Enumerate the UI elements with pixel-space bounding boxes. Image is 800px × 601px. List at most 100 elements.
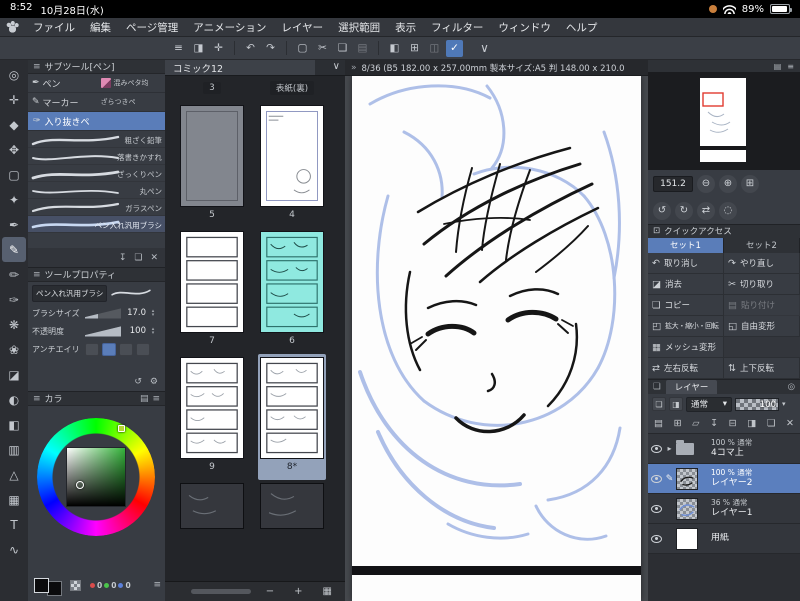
sub-color-swatch[interactable] — [47, 580, 62, 596]
import-subtool-icon[interactable]: ↧ — [119, 253, 127, 263]
zoom-out-button[interactable]: ⊖ — [697, 174, 715, 193]
airbrush-tool-icon[interactable]: ❋ — [2, 312, 26, 337]
undo-icon[interactable]: ↶ — [242, 40, 259, 57]
layer-effect-button[interactable]: ◨ — [669, 397, 683, 411]
duplicate-subtool-icon[interactable]: ❏ — [134, 253, 142, 263]
flip-horizontal-button[interactable]: ⇄ — [697, 201, 715, 220]
sv-marker[interactable] — [76, 481, 84, 489]
zoom-value-box[interactable]: 151.2 — [653, 175, 693, 192]
color-settings-icon[interactable]: ≡ — [153, 580, 161, 590]
modifier-key-icon[interactable]: ◨ — [190, 40, 207, 57]
navigator-preview[interactable] — [648, 72, 800, 170]
qa-scale-rotate[interactable]: ◰ 拡大・縮小・回転 — [648, 316, 724, 337]
duplicate-layer-icon[interactable]: ❏ — [767, 418, 776, 429]
menu-page-manage[interactable]: ページ管理 — [119, 18, 185, 37]
move-tool-icon[interactable]: ✛ — [2, 87, 26, 112]
page-thumb-6[interactable]: 6 — [258, 228, 326, 354]
qa-undo[interactable]: ↶ 取り消し — [648, 253, 724, 274]
blend-mode-select[interactable]: 通常 ▾ — [686, 396, 732, 412]
deselect-icon[interactable]: ▢ — [294, 40, 311, 57]
visibility-eye-icon[interactable] — [651, 534, 662, 543]
qa-redo[interactable]: ↷ やり直し — [724, 253, 800, 274]
eraser-tool-icon[interactable]: ◪ — [2, 362, 26, 387]
selection-mode-icon[interactable]: ✓ — [446, 39, 463, 57]
new-vector-layer-icon[interactable]: ⊞ — [674, 418, 682, 429]
grid-icon[interactable]: ⊞ — [406, 40, 423, 57]
collapse-icon[interactable]: » — [351, 63, 357, 73]
menu-animation[interactable]: アニメーション — [186, 18, 273, 37]
brush-size-value[interactable]: 17.0 — [124, 308, 146, 318]
fill-tool-icon[interactable]: ◧ — [2, 412, 26, 437]
subtool-group-pen[interactable]: ✒ ペン — [28, 74, 97, 92]
blend-tool-icon[interactable]: ◐ — [2, 387, 26, 412]
subtool-rough-pen[interactable]: ざらつきペ — [97, 93, 166, 111]
antialias-weak-button[interactable] — [102, 343, 116, 356]
figure-tool-icon[interactable]: △ — [2, 462, 26, 487]
layer-row-paper[interactable]: 用紙 — [648, 524, 800, 554]
merge-down-icon[interactable]: ⊟ — [729, 418, 737, 429]
text-tool-icon[interactable]: T — [2, 512, 26, 537]
snap-ruler-icon[interactable]: ◫ — [426, 40, 443, 57]
delete-layer-icon[interactable]: ✕ — [786, 418, 794, 429]
qa-erase[interactable]: ◪ 消去 — [648, 274, 724, 295]
navigator-menu-icon[interactable]: ≡ — [787, 62, 794, 71]
object-tool-icon[interactable]: ◆ — [2, 112, 26, 137]
qa-paste[interactable]: ▤ 貼り付け — [724, 295, 800, 316]
transfer-down-icon[interactable]: ↧ — [710, 418, 718, 429]
menu-help[interactable]: ヘルプ — [559, 18, 605, 37]
page-thumb-4[interactable]: 4 — [258, 102, 326, 228]
page-thumb-8-selected[interactable]: 8* — [258, 354, 326, 480]
gradient-tool-icon[interactable]: ▥ — [2, 437, 26, 462]
hue-marker[interactable] — [118, 425, 125, 432]
eyedropper-tool-icon[interactable]: ✒ — [2, 212, 26, 237]
page-thumb-partial[interactable] — [258, 480, 326, 529]
zoom-tool-icon[interactable]: ◎ — [2, 62, 26, 87]
visibility-eye-icon[interactable] — [651, 504, 662, 513]
rotate-right-button[interactable]: ↻ — [675, 201, 693, 220]
app-logo-icon[interactable] — [6, 20, 19, 34]
paste-icon[interactable]: ▤ — [354, 40, 371, 57]
brush-item[interactable]: ガラスペン — [28, 199, 165, 216]
brush-item[interactable]: ざっくりペン — [28, 165, 165, 182]
folder-expand-icon[interactable]: ▸ — [665, 444, 674, 453]
qa-free-transform[interactable]: ◱ 自由変形 — [724, 316, 800, 337]
palette-dock-icon[interactable]: ≡ — [170, 40, 187, 57]
color-wheel[interactable] — [37, 418, 155, 536]
navigator-options-icon[interactable]: ▤ — [774, 62, 782, 71]
antialias-middle-button[interactable] — [119, 343, 133, 356]
layer-row-folder-4koma[interactable]: ▸ 100 % 通常 4コマ上 — [648, 434, 800, 464]
brush-item[interactable]: 落書きかすれ — [28, 148, 165, 165]
layer-row-layer2-selected[interactable]: ✎ 100 % 通常 レイヤー2 — [648, 464, 800, 494]
menu-selection[interactable]: 選択範囲 — [331, 18, 387, 37]
new-raster-layer-icon[interactable]: ▤ — [654, 418, 663, 429]
menu-view[interactable]: 表示 — [388, 18, 423, 37]
fit-screen-button[interactable]: ⊞ — [741, 174, 759, 193]
menu-layer[interactable]: レイヤー — [274, 18, 330, 37]
brush-item-selected[interactable]: ペン入れ汎用ブラシ — [28, 216, 165, 233]
layer-search-icon[interactable]: ◎ — [788, 382, 795, 392]
visibility-eye-icon[interactable] — [651, 474, 662, 483]
brush-size-stepper[interactable]: ▴ ▾ — [149, 309, 157, 318]
decoration-tool-icon[interactable]: ❀ — [2, 337, 26, 362]
subtool-group-marker[interactable]: ✎ マーカー — [28, 93, 97, 111]
layer-opacity-slider[interactable]: 100 — [735, 397, 779, 411]
opacity-stepper-icon[interactable]: ▾ — [782, 400, 786, 408]
panel-menu-icon[interactable]: ≡ — [33, 62, 41, 72]
page-label-3[interactable]: 3 — [203, 82, 221, 94]
page-list[interactable]: 3 表紙(裏) 5 4 7 6 9 8* — [165, 76, 345, 581]
new-folder-icon[interactable]: ▱ — [692, 418, 699, 429]
brush-size-slider[interactable] — [85, 308, 121, 319]
navigator-thumbnail[interactable] — [700, 78, 746, 162]
qa-copy[interactable]: ❏ コピー — [648, 295, 724, 316]
menu-file[interactable]: ファイル — [26, 18, 82, 37]
menu-filter[interactable]: フィルター — [424, 18, 490, 37]
antialias-none-button[interactable] — [85, 343, 99, 356]
reset-tool-icon[interactable]: ↺ — [134, 377, 142, 387]
opacity-stepper[interactable]: ▴ ▾ — [149, 327, 157, 336]
brush-tool-icon[interactable]: ✑ — [2, 287, 26, 312]
hand-gesture-icon[interactable]: ✛ — [210, 40, 227, 57]
menu-window[interactable]: ウィンドウ — [491, 18, 558, 37]
layer-move-tool-icon[interactable]: ✥ — [2, 137, 26, 162]
reset-view-button[interactable]: ◌ — [719, 201, 737, 220]
color-menu-icon[interactable]: ≡ — [152, 394, 160, 404]
